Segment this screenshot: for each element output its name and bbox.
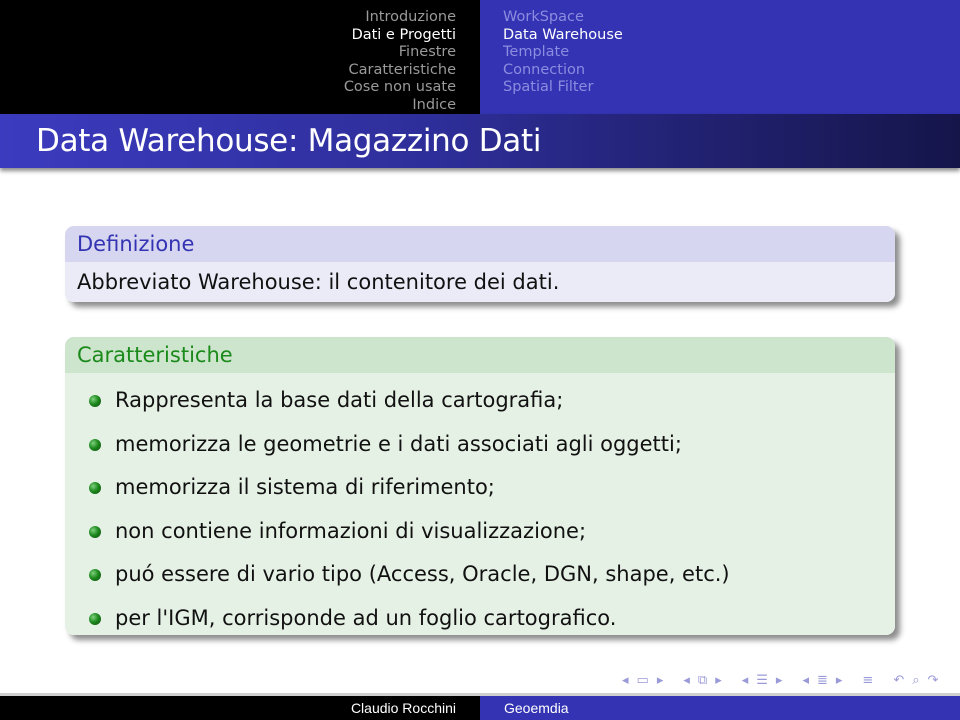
list-item: non contiene informazioni di visualizzaz… <box>89 510 883 554</box>
subsection-prev-icon[interactable]: ◂ <box>738 673 753 688</box>
bullet-icon <box>89 482 101 494</box>
nav-section-introduzione[interactable]: Introduzione <box>344 9 456 27</box>
slide-next-icon[interactable]: ▸ <box>653 673 668 688</box>
list-item: per l'IGM, corrisponde ad un foglio cart… <box>89 597 883 636</box>
frame-icon[interactable]: ⧉ <box>694 673 711 688</box>
forward-icon[interactable]: ↷ <box>924 673 943 688</box>
nav-section-indice[interactable]: Indice <box>344 97 456 115</box>
features-list: Rappresenta la base dati della cartograf… <box>77 379 883 635</box>
bullet-icon <box>89 569 101 581</box>
beamer-navigation-symbols: ◂ ▭ ▸ ◂ ⧉ ▸ ◂ ☰ ▸ ◂ ≣ ▸ ≡ ↶ ⌕ ↷ <box>618 671 942 689</box>
frame-title-bar: Data Warehouse: Magazzino Dati <box>0 114 960 168</box>
subsection-next-icon[interactable]: ▸ <box>772 673 787 688</box>
list-item-text: per l'IGM, corrisponde ad un foglio cart… <box>115 605 617 630</box>
nav-subsection-workspace[interactable]: WorkSpace <box>503 9 623 27</box>
sections-panel: Introduzione Dati e Progetti Finestre Ca… <box>0 0 480 114</box>
search-icon[interactable]: ⌕ <box>908 673 923 688</box>
nav-section-finestre[interactable]: Finestre <box>344 44 456 62</box>
list-item-text: puó essere di vario tipo (Access, Oracle… <box>115 562 730 586</box>
definition-block-body: Abbreviato Warehouse: il contenitore dei… <box>65 262 895 302</box>
list-item: Rappresenta la base dati della cartograf… <box>89 379 883 423</box>
features-block: Caratteristiche Rappresenta la base dati… <box>65 337 895 635</box>
nav-subsection-spatial-filter[interactable]: Spatial Filter <box>503 79 623 97</box>
bullet-icon <box>89 525 101 538</box>
definition-block-title: Definizione <box>65 226 895 262</box>
frame-next-icon[interactable]: ▸ <box>711 673 726 688</box>
list-item-text: non contiene informazioni di visualizzaz… <box>115 518 587 543</box>
nav-section-dati-e-progetti[interactable]: Dati e Progetti <box>344 27 456 45</box>
nav-subsection-template[interactable]: Template <box>503 44 623 62</box>
features-block-title: Caratteristiche <box>65 337 895 373</box>
footer-organization: Geoemdia <box>480 696 960 720</box>
nav-section-caratteristiche[interactable]: Caratteristiche <box>344 62 457 80</box>
footer: Claudio Rocchini Geoemdia <box>0 696 960 720</box>
bullet-icon <box>89 395 101 407</box>
list-item-text: memorizza il sistema di riferimento; <box>115 475 495 499</box>
header-navigation: Introduzione Dati e Progetti Finestre Ca… <box>0 0 960 114</box>
list-item-text: Rappresenta la base dati della cartograf… <box>115 388 564 412</box>
section-next-icon[interactable]: ▸ <box>832 673 847 688</box>
nav-section-cose-non-usate[interactable]: Cose non usate <box>344 79 456 97</box>
slide-title: Data Warehouse: Magazzino Dati <box>36 123 542 159</box>
definition-block: Definizione Abbreviato Warehouse: il con… <box>65 226 895 302</box>
section-icon[interactable]: ≣ <box>813 673 832 688</box>
list-item: memorizza le geometrie e i dati associat… <box>89 423 883 467</box>
subsection-list: WorkSpace Data Warehouse Template Connec… <box>503 9 623 97</box>
list-item: memorizza il sistema di riferimento; <box>89 466 883 510</box>
subsections-panel: WorkSpace Data Warehouse Template Connec… <box>480 0 960 114</box>
section-list: Introduzione Dati e Progetti Finestre Ca… <box>344 9 456 114</box>
back-icon[interactable]: ↶ <box>889 673 908 688</box>
slide-prev-icon[interactable]: ◂ <box>618 673 633 688</box>
section-prev-icon[interactable]: ◂ <box>798 673 813 688</box>
features-block-body: Rappresenta la base dati della cartograf… <box>65 373 895 635</box>
slide-icon[interactable]: ▭ <box>633 673 653 688</box>
frame-prev-icon[interactable]: ◂ <box>679 673 694 688</box>
bullet-icon <box>89 612 101 625</box>
list-item-text: memorizza le geometrie e i dati associat… <box>115 431 682 456</box>
list-item: puó essere di vario tipo (Access, Oracle… <box>89 553 883 597</box>
bullet-icon <box>89 438 101 451</box>
subsection-icon[interactable]: ☰ <box>752 673 772 688</box>
footer-author: Claudio Rocchini <box>0 696 480 720</box>
nav-subsection-connection[interactable]: Connection <box>503 62 623 80</box>
document-icon[interactable]: ≡ <box>858 673 877 688</box>
nav-subsection-data-warehouse[interactable]: Data Warehouse <box>503 27 623 45</box>
